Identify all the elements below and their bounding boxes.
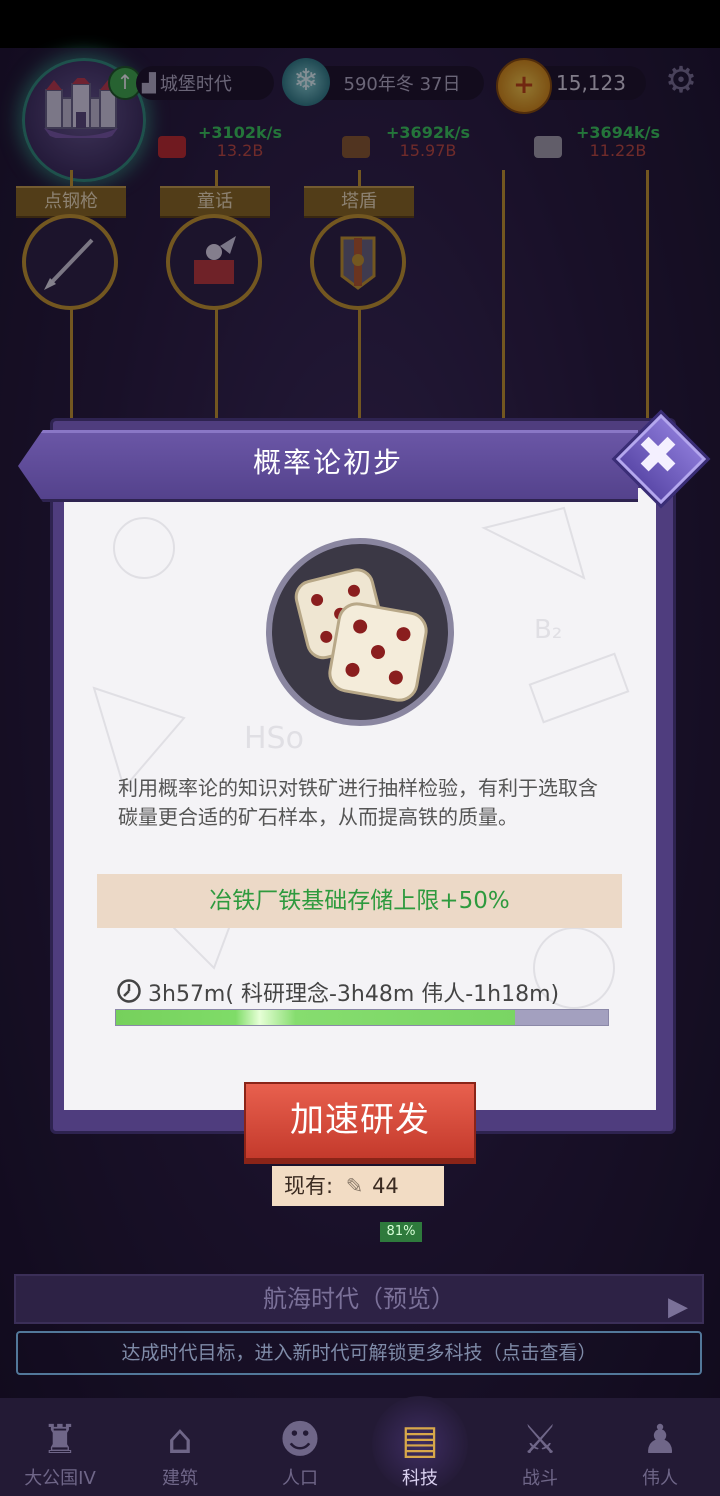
house-icon: ⌂	[167, 1417, 193, 1463]
castle-icon: ♜	[42, 1417, 78, 1463]
tech-effect: 冶铁厂铁基础存储上限+50%	[97, 874, 622, 928]
nav-label: 战斗	[522, 1468, 558, 1489]
research-progress-fill	[116, 1010, 515, 1025]
nav-label: 建筑	[162, 1468, 198, 1489]
nav-item-technology[interactable]: ▤ 科技	[360, 1398, 480, 1496]
close-button[interactable]: ✖	[611, 409, 711, 509]
research-progress-bar	[115, 1009, 609, 1026]
quill-icon: ✎	[345, 1174, 364, 1198]
dice-icon	[294, 568, 428, 702]
statue-icon: ♟	[642, 1417, 678, 1463]
swords-icon: ⚔	[522, 1417, 558, 1463]
nav-item-duchy[interactable]: ♜ 大公国IV	[0, 1398, 120, 1496]
clock-icon	[117, 979, 141, 1003]
tech-description: 利用概率论的知识对铁矿进行抽样检验，有利于选取含碳量更合适的矿石样本，从而提高铁…	[118, 776, 598, 829]
progress-percent: 81%	[380, 1222, 422, 1242]
next-era-suffix: （预览）	[359, 1285, 455, 1313]
person-icon: ☻	[279, 1417, 321, 1463]
nav-label: 科技	[402, 1468, 438, 1489]
close-icon: ✖	[636, 426, 680, 486]
nav-label: 伟人	[642, 1468, 678, 1489]
nav-item-buildings[interactable]: ⌂ 建筑	[120, 1398, 240, 1496]
era-goal-banner[interactable]: 达成时代目标，进入新时代可解锁更多科技（点击查看）	[16, 1331, 702, 1375]
svg-text:B₂: B₂	[534, 615, 562, 645]
dialog-title: 概率论初步	[252, 446, 403, 479]
nav-item-battle[interactable]: ⚔ 战斗	[480, 1398, 600, 1496]
next-era-title: 航海时代	[263, 1285, 359, 1313]
nav-item-great-people[interactable]: ♟ 伟人	[600, 1398, 720, 1496]
next-era-preview[interactable]: 航海时代（预览） ▶	[14, 1274, 704, 1324]
book-icon: ▤	[401, 1417, 439, 1463]
play-arrow-icon: ▶	[668, 1292, 688, 1322]
owned-label: 现有:	[284, 1174, 334, 1198]
owned-items: 现有: ✎ 44	[272, 1166, 444, 1206]
status-bar	[0, 0, 720, 48]
nav-item-population[interactable]: ☻ 人口	[240, 1398, 360, 1496]
owned-count: 44	[372, 1174, 399, 1198]
nav-label: 人口	[282, 1468, 318, 1489]
nav-label: 大公国IV	[24, 1468, 96, 1489]
research-timer: 3h57m( 科研理念-3h48m 伟人-1h18m)	[148, 982, 560, 1007]
svg-text:HSo: HSo	[244, 721, 304, 756]
speed-up-research-button[interactable]: 加速研发	[244, 1082, 476, 1164]
